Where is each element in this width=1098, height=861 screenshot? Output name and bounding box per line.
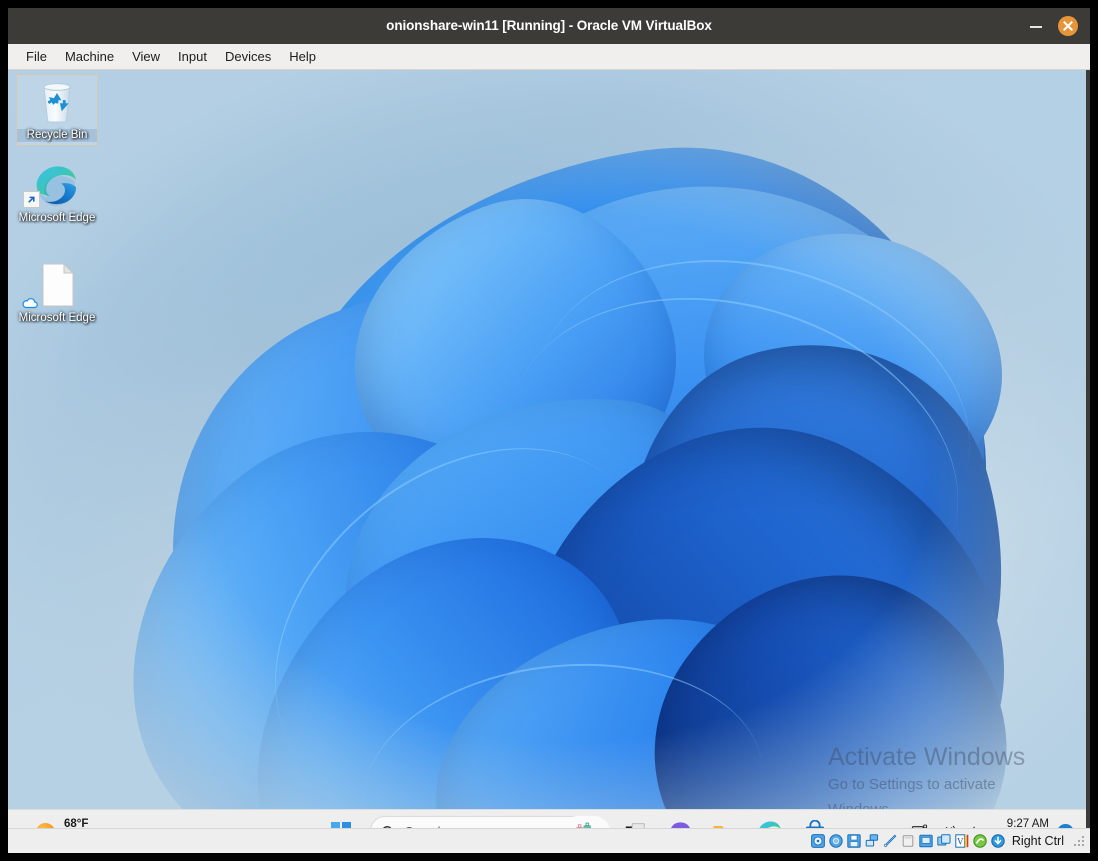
shortcut-arrow-icon xyxy=(23,191,40,208)
menu-devices[interactable]: Devices xyxy=(216,47,280,66)
search-icon xyxy=(381,825,396,829)
speaker-icon xyxy=(939,824,957,828)
desktop-icon-recycle-bin[interactable]: Recycle Bin xyxy=(17,75,97,145)
usb-icon[interactable] xyxy=(883,834,898,849)
onedrive-cloud-icon xyxy=(21,297,39,309)
document-file-icon xyxy=(17,260,97,310)
shared-folders-icon[interactable] xyxy=(901,834,916,849)
windows-logo-icon xyxy=(331,822,340,828)
hard-disk-icon[interactable] xyxy=(811,834,826,849)
weather-temperature: 68°F xyxy=(64,817,97,828)
search-placeholder: Search xyxy=(405,825,445,828)
desktop-icon-microsoft-edge-shortcut[interactable]: Microsoft Edge xyxy=(17,160,97,225)
tray-volume-button[interactable] xyxy=(934,817,962,828)
windows-taskbar: 68°F Sunny xyxy=(8,809,1086,828)
battery-icon xyxy=(966,825,986,828)
taskbar-center-cluster: Search xyxy=(321,810,835,828)
menu-help[interactable]: Help xyxy=(280,47,325,66)
minimize-button[interactable] xyxy=(1026,16,1046,36)
desktop-icon-label: Microsoft Edge xyxy=(17,312,97,325)
task-view-icon xyxy=(623,820,647,828)
taskbar-file-explorer-button[interactable] xyxy=(705,812,745,828)
features-icon[interactable]: V xyxy=(955,834,970,849)
taskbar-edge-button[interactable] xyxy=(750,812,790,828)
window-titlebar: onionshare-win11 [Running] - Oracle VM V… xyxy=(8,8,1090,44)
windows-desktop[interactable]: Recycle Bin xyxy=(8,70,1086,828)
taskbar-widgets-button[interactable] xyxy=(562,816,610,828)
taskbar-task-view-button[interactable] xyxy=(615,812,655,828)
tray-network-button[interactable] xyxy=(906,817,934,828)
suitcase-camera-icon xyxy=(569,821,603,828)
taskbar-chat-button[interactable] xyxy=(660,812,700,828)
optical-disk-icon[interactable] xyxy=(829,834,844,849)
notification-badge[interactable]: 3 xyxy=(1057,824,1074,829)
menu-machine[interactable]: Machine xyxy=(56,47,123,66)
mouse-integration-icon[interactable] xyxy=(973,834,988,849)
system-tray: 9:27 AM 9/28/2023 3 xyxy=(878,810,1074,828)
floppy-disk-icon[interactable] xyxy=(847,834,862,849)
virtualbox-statusbar: V Right Ctrl xyxy=(8,828,1090,853)
taskbar-pinned-apps xyxy=(562,812,835,828)
wallpaper-bloom-graphic xyxy=(103,145,1023,828)
menu-view[interactable]: View xyxy=(123,47,169,66)
sun-icon xyxy=(36,823,55,829)
desktop-icon-microsoft-edge-file[interactable]: Microsoft Edge xyxy=(17,260,97,325)
desktop-wallpaper xyxy=(8,70,1086,828)
recycle-bin-icon xyxy=(17,77,97,127)
clock-time: 9:27 AM xyxy=(998,817,1049,828)
menubar: File Machine View Input Devices Help xyxy=(8,44,1090,70)
keyboard-icon[interactable] xyxy=(991,834,1006,849)
svg-text:V: V xyxy=(957,837,964,847)
start-button[interactable] xyxy=(321,812,361,828)
menu-input[interactable]: Input xyxy=(169,47,216,66)
chevron-up-icon xyxy=(885,825,899,828)
menu-file[interactable]: File xyxy=(17,47,56,66)
desktop-icon-label: Microsoft Edge xyxy=(17,212,97,225)
microsoft-edge-icon xyxy=(17,160,97,210)
vm-display[interactable]: Recycle Bin xyxy=(8,70,1086,828)
weather-widget[interactable]: 68°F Sunny xyxy=(30,814,103,828)
taskbar-clock[interactable]: 9:27 AM 9/28/2023 xyxy=(998,817,1049,828)
close-button[interactable] xyxy=(1058,16,1078,36)
monitor-network-icon xyxy=(911,824,929,828)
recording-icon[interactable] xyxy=(937,834,952,849)
folder-icon xyxy=(712,821,738,829)
edge-icon xyxy=(757,819,783,828)
virtualbox-window: onionshare-win11 [Running] - Oracle VM V… xyxy=(8,8,1090,853)
search-input[interactable]: Search xyxy=(370,816,588,828)
taskbar-microsoft-store-button[interactable] xyxy=(795,812,835,828)
display-icon[interactable] xyxy=(919,834,934,849)
resize-grip[interactable] xyxy=(1073,835,1086,848)
window-title: onionshare-win11 [Running] - Oracle VM V… xyxy=(8,8,1090,44)
store-bag-icon xyxy=(803,820,827,829)
tray-battery-button[interactable] xyxy=(962,817,990,828)
tray-overflow-button[interactable] xyxy=(878,817,906,828)
desktop-icon-label: Recycle Bin xyxy=(17,129,97,142)
host-key-label: Right Ctrl xyxy=(1012,834,1064,848)
network-icon[interactable] xyxy=(865,834,880,849)
chat-video-icon xyxy=(668,820,693,829)
